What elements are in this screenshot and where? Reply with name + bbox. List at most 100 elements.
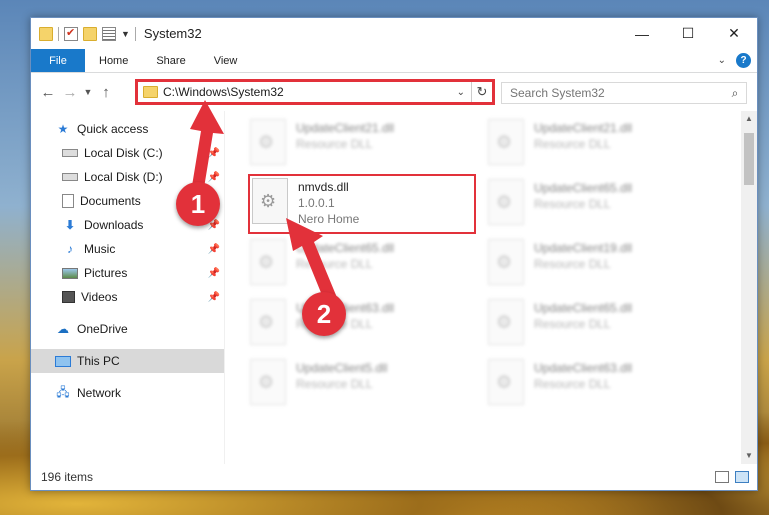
dll-file-icon — [488, 359, 524, 405]
file-item[interactable]: UpdateClient65.dllResource DLL — [488, 179, 716, 231]
new-folder-icon[interactable] — [83, 26, 97, 41]
sidebar-item-music[interactable]: ♪ Music 📌 — [31, 237, 224, 261]
tab-share[interactable]: Share — [142, 49, 199, 72]
address-bar[interactable]: C:\Windows\System32 ⌄ ↻ — [135, 79, 495, 105]
sidebar-item-label: Documents — [80, 194, 141, 208]
sidebar-item-label: Quick access — [77, 122, 149, 136]
scroll-thumb[interactable] — [744, 133, 754, 185]
dll-file-icon — [250, 239, 286, 285]
drive-icon — [62, 149, 78, 157]
file-list: UpdateClient21.dllResource DLL UpdateCli… — [225, 111, 757, 464]
customize-icon[interactable] — [102, 26, 116, 41]
file-company: Nero Home — [298, 212, 360, 226]
scroll-down-button[interactable]: ▼ — [741, 448, 757, 464]
pin-icon: 📌 — [207, 147, 220, 159]
tab-file[interactable]: File — [31, 49, 85, 72]
file-item[interactable]: UpdateClient21.dllResource DLL — [250, 119, 478, 171]
dll-file-icon — [250, 359, 286, 405]
sidebar-item-label: Music — [84, 242, 116, 256]
up-button[interactable]: ↑ — [95, 84, 117, 101]
file-item[interactable]: UpdateClient21.dllResource DLL — [488, 119, 716, 171]
back-button[interactable]: ← — [37, 84, 59, 101]
star-icon: ★ — [57, 122, 69, 136]
sidebar-item-quick-access[interactable]: ★ Quick access — [31, 117, 224, 141]
dll-file-icon — [250, 119, 286, 165]
view-switcher — [715, 471, 749, 483]
dll-file-icon — [488, 119, 524, 165]
sidebar-item-label: Videos — [81, 290, 118, 304]
refresh-icon[interactable]: ↻ — [472, 84, 492, 100]
pin-icon: 📌 — [207, 291, 220, 303]
sidebar-item-pictures[interactable]: Pictures 📌 — [31, 261, 224, 285]
sidebar-item-label: Pictures — [84, 266, 128, 280]
file-item[interactable]: UpdateClient65.dllResource DLL — [250, 239, 478, 291]
navigation-pane: ★ Quick access Local Disk (C:) 📌 Local D… — [31, 111, 224, 464]
network-icon: 🖧 — [56, 384, 70, 399]
title-bar: ▼ System32 — ☐ ✕ — [31, 18, 757, 49]
dll-file-icon — [252, 178, 288, 224]
tab-view[interactable]: View — [200, 49, 252, 72]
window-title: System32 — [143, 26, 202, 41]
file-item-nmvds[interactable]: nmvds.dll 1.0.0.1 Nero Home — [248, 174, 476, 234]
separator — [134, 26, 136, 41]
cloud-icon: ☁ — [57, 322, 69, 336]
sidebar-item-label: Network — [77, 386, 122, 400]
forward-button[interactable]: → — [59, 84, 81, 101]
ribbon-tabs: File Home Share View ⌄ ? — [31, 49, 757, 73]
folder-icon — [143, 86, 158, 98]
address-dropdown-icon[interactable]: ⌄ — [451, 82, 472, 102]
music-icon: ♪ — [67, 242, 73, 256]
file-item[interactable]: UpdateClient65.dllResource DLL — [488, 299, 716, 351]
sidebar-item-local-disk-c[interactable]: Local Disk (C:) 📌 — [31, 141, 224, 165]
videos-icon — [62, 291, 75, 303]
status-bar: 196 items — [31, 464, 757, 490]
quick-access-toolbar: ▼ — [31, 26, 136, 41]
scroll-up-button[interactable]: ▲ — [741, 111, 757, 127]
window-controls: — ☐ ✕ — [619, 18, 757, 49]
minimize-button[interactable]: — — [619, 18, 665, 49]
sidebar-item-label: Local Disk (D:) — [84, 170, 163, 184]
item-count: 196 items — [41, 470, 94, 484]
main-content: ★ Quick access Local Disk (C:) 📌 Local D… — [31, 111, 757, 464]
dll-file-icon — [250, 299, 286, 345]
details-view-icon[interactable] — [715, 471, 729, 483]
dll-file-icon — [488, 179, 524, 225]
step-badge-1: 1 — [176, 182, 220, 226]
vertical-scrollbar[interactable]: ▲ ▼ — [741, 111, 757, 464]
file-explorer-window: ▼ System32 — ☐ ✕ File Home Share View ⌄ … — [30, 17, 758, 491]
file-item[interactable]: UpdateClient63.dllResource DLL — [488, 359, 716, 411]
pictures-icon — [62, 267, 78, 279]
search-input[interactable] — [510, 86, 724, 100]
close-button[interactable]: ✕ — [711, 18, 757, 49]
sidebar-item-videos[interactable]: Videos 📌 — [31, 285, 224, 309]
sidebar-item-label: This PC — [77, 354, 120, 368]
file-item[interactable]: UpdateClient63.dllResource DLL — [250, 299, 478, 351]
address-path[interactable]: C:\Windows\System32 — [163, 85, 451, 99]
file-item[interactable]: UpdateClient5.dllResource DLL — [250, 359, 478, 411]
download-icon: ⬇ — [64, 218, 76, 232]
sidebar-item-this-pc[interactable]: This PC — [31, 349, 224, 373]
pin-icon: 📌 — [207, 243, 220, 255]
properties-icon[interactable] — [64, 26, 78, 41]
sidebar-item-label: Local Disk (C:) — [84, 146, 163, 160]
help-icon[interactable]: ? — [736, 53, 751, 68]
tab-home[interactable]: Home — [85, 49, 142, 72]
search-icon[interactable]: ⌕ — [724, 86, 746, 101]
large-icons-view-icon[interactable] — [735, 471, 749, 483]
qat-dropdown-icon[interactable]: ▼ — [121, 29, 130, 39]
search-box[interactable]: ⌕ — [501, 82, 747, 104]
ribbon-right: ⌄ ? — [718, 53, 751, 68]
expand-ribbon-icon[interactable]: ⌄ — [718, 55, 726, 66]
step-badge-2: 2 — [302, 292, 346, 336]
recent-locations-icon[interactable]: ▼ — [81, 87, 95, 97]
navigation-bar: ← → ▼ ↑ C:\Windows\System32 ⌄ ↻ ⌕ — [31, 73, 757, 111]
documents-icon — [62, 194, 74, 208]
maximize-button[interactable]: ☐ — [665, 18, 711, 49]
file-item[interactable]: UpdateClient19.dllResource DLL — [488, 239, 716, 291]
folder-icon[interactable] — [39, 26, 53, 41]
sidebar-item-onedrive[interactable]: ☁ OneDrive — [31, 317, 224, 341]
dll-file-icon — [488, 239, 524, 285]
pin-icon: 📌 — [207, 171, 220, 183]
file-version: 1.0.0.1 — [298, 196, 335, 210]
sidebar-item-network[interactable]: 🖧 Network — [31, 381, 224, 405]
